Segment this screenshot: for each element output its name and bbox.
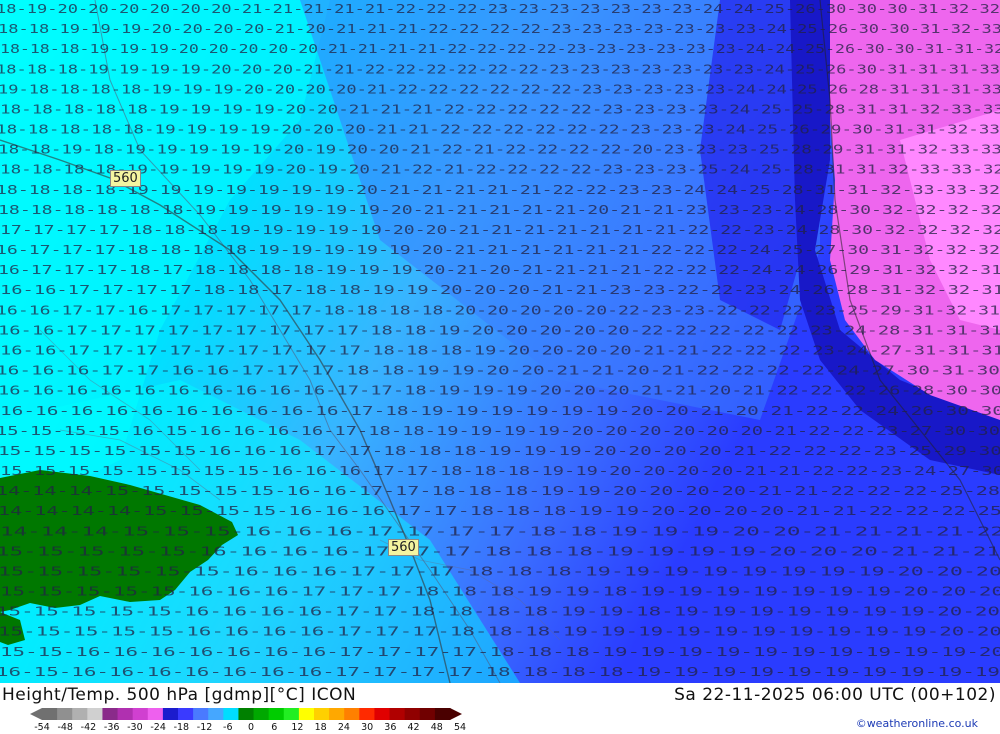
weather-map: 18-19-20-20-20-20-20-20-21-21-21-21-21-2… [0, 0, 1000, 683]
scale-tick-label: -12 [196, 722, 213, 733]
map-timestamp: Sa 22-11-2025 06:00 UTC (00+102) [674, 685, 996, 705]
scale-swatch [102, 708, 119, 720]
temperature-row: 18-18-18-19-19-19-19-20-20-20-21-21-22-2… [0, 61, 1000, 76]
scale-tick-label: -24 [150, 722, 166, 733]
temperature-row: 16-16-17-17-16-17-17-17-17-17-18-18-18-1… [0, 302, 1000, 317]
scale-swatch [298, 708, 315, 720]
temperature-field: 18-19-20-20-20-20-20-20-21-21-21-21-21-2… [0, 0, 1000, 683]
scale-tick-label: 24 [337, 722, 350, 733]
scale-swatch [147, 708, 164, 720]
temperature-row: 15-15-15-15-15-16-16-16-16-17-17-17-18-1… [0, 624, 1000, 639]
scale-swatch [344, 708, 360, 720]
scale-max-arrow [450, 708, 462, 720]
temperature-row: 18-18-18-19-19-19-20-20-20-20-20-21-21-2… [0, 41, 1000, 56]
scale-swatch [72, 708, 88, 720]
scale-tick-label: -54 [34, 722, 50, 733]
temperature-row: 18-18-18-18-18-19-19-19-19-20-20-21-21-2… [0, 101, 1000, 116]
temperature-row: 18-18-18-18-19-19-19-19-19-19-19-20-21-2… [0, 182, 1000, 197]
scale-tick-label: -30 [127, 722, 143, 733]
scale-swatch [359, 708, 375, 720]
temperature-row: 18-19-20-20-20-20-20-20-21-21-21-21-21-2… [0, 1, 1000, 16]
temperature-row: 15-15-15-15-15-16-16-16-17-17-17-18-18-1… [0, 584, 1000, 599]
temperature-row: 14-14-14-15-15-15-15-15-16-16-17-17-18-1… [0, 483, 1000, 498]
scale-swatch [238, 708, 255, 720]
scale-swatch [223, 708, 239, 720]
scale-tick-label: -48 [57, 722, 73, 733]
temperature-row: 15-15-15-15-15-15-16-16-16-17-17-17-18-1… [0, 563, 1000, 578]
temperature-row: 14-14-14-14-15-15-15-15-16-16-16-17-17-1… [0, 503, 1000, 518]
scale-swatch [193, 708, 209, 720]
temperature-row: 15-15-15-15-15-16-16-16-16-17-17-18-18-1… [0, 604, 1000, 619]
scale-swatch [419, 708, 436, 720]
scale-swatch [132, 708, 149, 720]
map-title: Height/Temp. 500 hPa [gdmp][°C] ICON [2, 685, 357, 705]
temperature-row: 15-15-15-15-16-15-16-16-16-16-17-18-18-1… [0, 423, 1000, 438]
temperature-row: 18-18-18-18-18-19-19-19-19-20-20-20-21-2… [0, 122, 1000, 137]
temperature-row: 16-15-16-16-16-16-16-16-16-17-17-17-17-1… [0, 664, 1000, 679]
scale-tick-label: 6 [271, 722, 278, 733]
temperature-row: 15-15-15-15-15-15-15-15-16-16-16-17-17-1… [0, 463, 1000, 478]
scale-swatch [404, 708, 421, 720]
scale-swatch [389, 708, 406, 720]
temperature-row: 18-18-19-18-19-19-19-19-19-20-19-20-20-2… [0, 142, 1000, 157]
scale-swatch [268, 708, 285, 720]
scale-tick-label: 0 [247, 722, 255, 733]
temperature-row: 16-16-16-17-17-16-16-17-17-17-18-18-19-1… [0, 363, 1000, 378]
color-scale-bar [30, 708, 462, 720]
temperature-row: 16-16-17-17-17-17-18-18-17-18-18-19-19-2… [0, 282, 1000, 297]
temperature-row: 16-16-16-16-16-16-16-16-16-16-17-17-18-1… [0, 383, 1000, 398]
temperature-row: 16-17-17-17-18-18-18-18-19-19-19-19-19-2… [0, 242, 1000, 257]
scale-tick-label: 54 [453, 722, 467, 733]
scale-swatch [208, 708, 224, 720]
temperature-row: 16-17-17-17-18-17-18-18-18-18-19-19-19-2… [0, 262, 1000, 277]
scale-min-arrow [30, 708, 42, 720]
scale-swatch [374, 708, 391, 720]
scale-swatch [283, 708, 300, 720]
scale-swatch [253, 708, 270, 720]
temperature-row: 18-18-19-19-19-20-20-20-20-21-20-21-21-2… [0, 21, 1000, 36]
scale-tick-label: 18 [314, 722, 327, 733]
scale-tick-label: 42 [407, 722, 420, 733]
scale-swatch [162, 708, 179, 720]
temperature-row: 16-16-17-17-17-17-17-17-17-17-17-18-18-1… [0, 322, 1000, 337]
temperature-row: 18-18-18-18-18-18-19-19-19-19-19-19-20-2… [0, 202, 1000, 217]
scale-tick-label: 36 [384, 722, 397, 733]
temperature-row: 14-14-14-15-15-15-16-16-16-17-17-17-17-1… [0, 523, 1000, 538]
temperature-row: 15-15-15-15-15-15-16-16-16-17-17-18-18-1… [0, 443, 1000, 458]
scale-swatch [87, 708, 103, 720]
temperature-row: 16-16-16-16-16-16-16-16-16-16-17-18-19-1… [0, 403, 1000, 418]
scale-swatch [434, 708, 451, 720]
scale-tick-label: -18 [173, 722, 190, 733]
color-scale-ticks: -54 -48 -42 -36 -30 -24 -18 -12 -6 0 6 12 18 24 30 36 42… [30, 722, 470, 734]
scale-swatch [178, 708, 194, 720]
scale-tick-label: 30 [361, 722, 374, 733]
scale-swatch [57, 708, 73, 720]
scale-tick-label: -42 [80, 722, 97, 733]
map-footer: Height/Temp. 500 hPa [gdmp][°C] ICON Sa … [0, 683, 1000, 733]
credit-link[interactable]: ©weatheronline.co.uk [856, 717, 978, 730]
scale-swatch [117, 708, 134, 720]
temperature-row: 15-15-16-16-16-16-16-16-16-17-17-17-17-1… [0, 644, 1000, 659]
scale-tick-label: 12 [291, 722, 304, 733]
scale-swatch [329, 708, 345, 720]
scale-swatch [314, 708, 330, 720]
scale-swatch [42, 708, 58, 720]
temperature-row: 16-16-17-17-17-17-17-17-17-17-17-18-18-1… [0, 343, 1000, 358]
scale-tick-label: -6 [223, 722, 233, 733]
contour-label-560-north: 560 [110, 170, 141, 187]
temperature-row: 17-17-17-17-18-18-18-19-19-19-19-19-20-2… [0, 222, 1000, 237]
temperature-row: 18-18-18-18-19-19-19-19-19-20-19-20-21-2… [0, 162, 1000, 177]
scale-tick-label: 48 [430, 722, 443, 733]
scale-tick-label: -36 [103, 722, 120, 733]
temperature-row: 19-18-18-18-18-19-19-19-20-20-20-20-21-2… [0, 81, 1000, 96]
contour-label-560-south: 560 [388, 539, 419, 556]
temperature-row: 15-15-15-15-15-16-16-16-16-17-17-17-18-1… [0, 543, 1000, 558]
